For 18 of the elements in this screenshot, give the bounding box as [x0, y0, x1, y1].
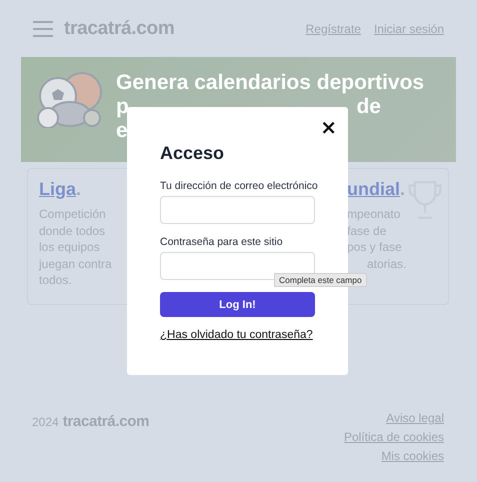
card-title-period: .	[76, 179, 82, 199]
login-button[interactable]: Log In!	[160, 292, 315, 317]
dialog-title: Acceso	[160, 143, 226, 164]
card-title-period: .	[400, 179, 406, 199]
card-title-link[interactable]: Liga	[39, 179, 76, 199]
banner-title: p	[116, 94, 129, 120]
banner-title: de	[356, 94, 381, 120]
field-label: Contraseña para este sitio	[160, 236, 284, 248]
sports-balls-icon	[36, 72, 102, 128]
menu-icon[interactable]	[33, 20, 53, 36]
forgot-password-link[interactable]: ¿Has olvidado tu contraseña?	[160, 329, 315, 341]
tooltip: Completa este campo	[274, 273, 367, 287]
card-title-link[interactable]: undial	[347, 179, 400, 199]
banner-title: Genera calendarios deportivos	[116, 70, 424, 96]
field-label: Tu dirección de correo electrónico	[160, 180, 315, 192]
close-button[interactable]: ×	[320, 119, 337, 135]
banner-title: e	[116, 118, 128, 144]
input-field[interactable]	[160, 196, 315, 224]
